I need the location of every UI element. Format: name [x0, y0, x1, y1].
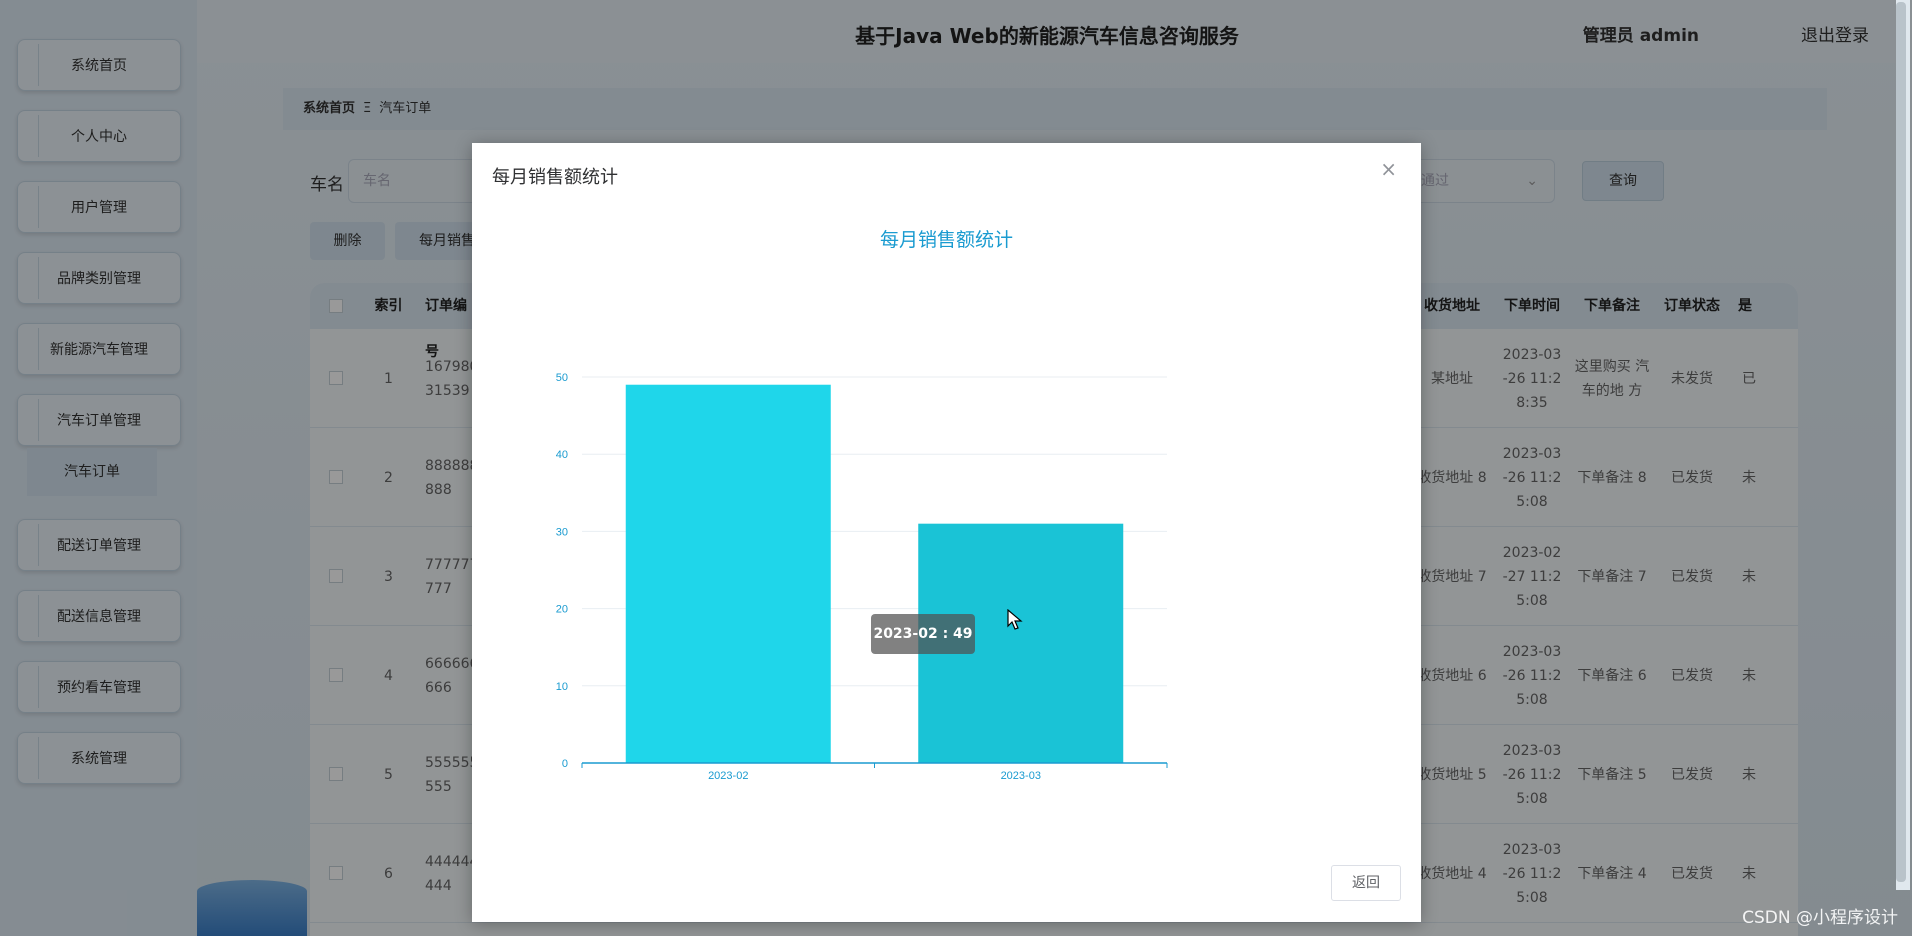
y-tick-label: 10	[556, 681, 568, 693]
y-tick-label: 30	[556, 526, 568, 538]
page-scrollbar[interactable]	[1896, 0, 1910, 890]
watermark: CSDN @小程序设计	[1742, 908, 1898, 928]
chart-tooltip: 2023-02 : 49	[871, 614, 975, 654]
sales-bar-chart: 0 10 20 30 40 50 2023-02 2023-03	[556, 372, 1168, 782]
back-button[interactable]: 返回	[1331, 865, 1401, 901]
y-tick-label: 20	[556, 604, 568, 616]
x-tick-label: 2023-02	[708, 770, 748, 782]
bar-2023-02[interactable]	[625, 384, 831, 763]
scrollbar-thumb[interactable]	[1896, 2, 1906, 882]
mouse-cursor-icon	[1007, 609, 1023, 630]
x-tick-label: 2023-03	[1001, 770, 1041, 782]
y-tick-label: 50	[556, 372, 568, 384]
y-tick-label: 0	[562, 758, 568, 770]
y-tick-label: 40	[556, 449, 568, 461]
stats-dialog: 每月销售额统计 × 每月销售额统计 0 10 20 30 40 50 2023-02 2023…	[472, 143, 1421, 922]
